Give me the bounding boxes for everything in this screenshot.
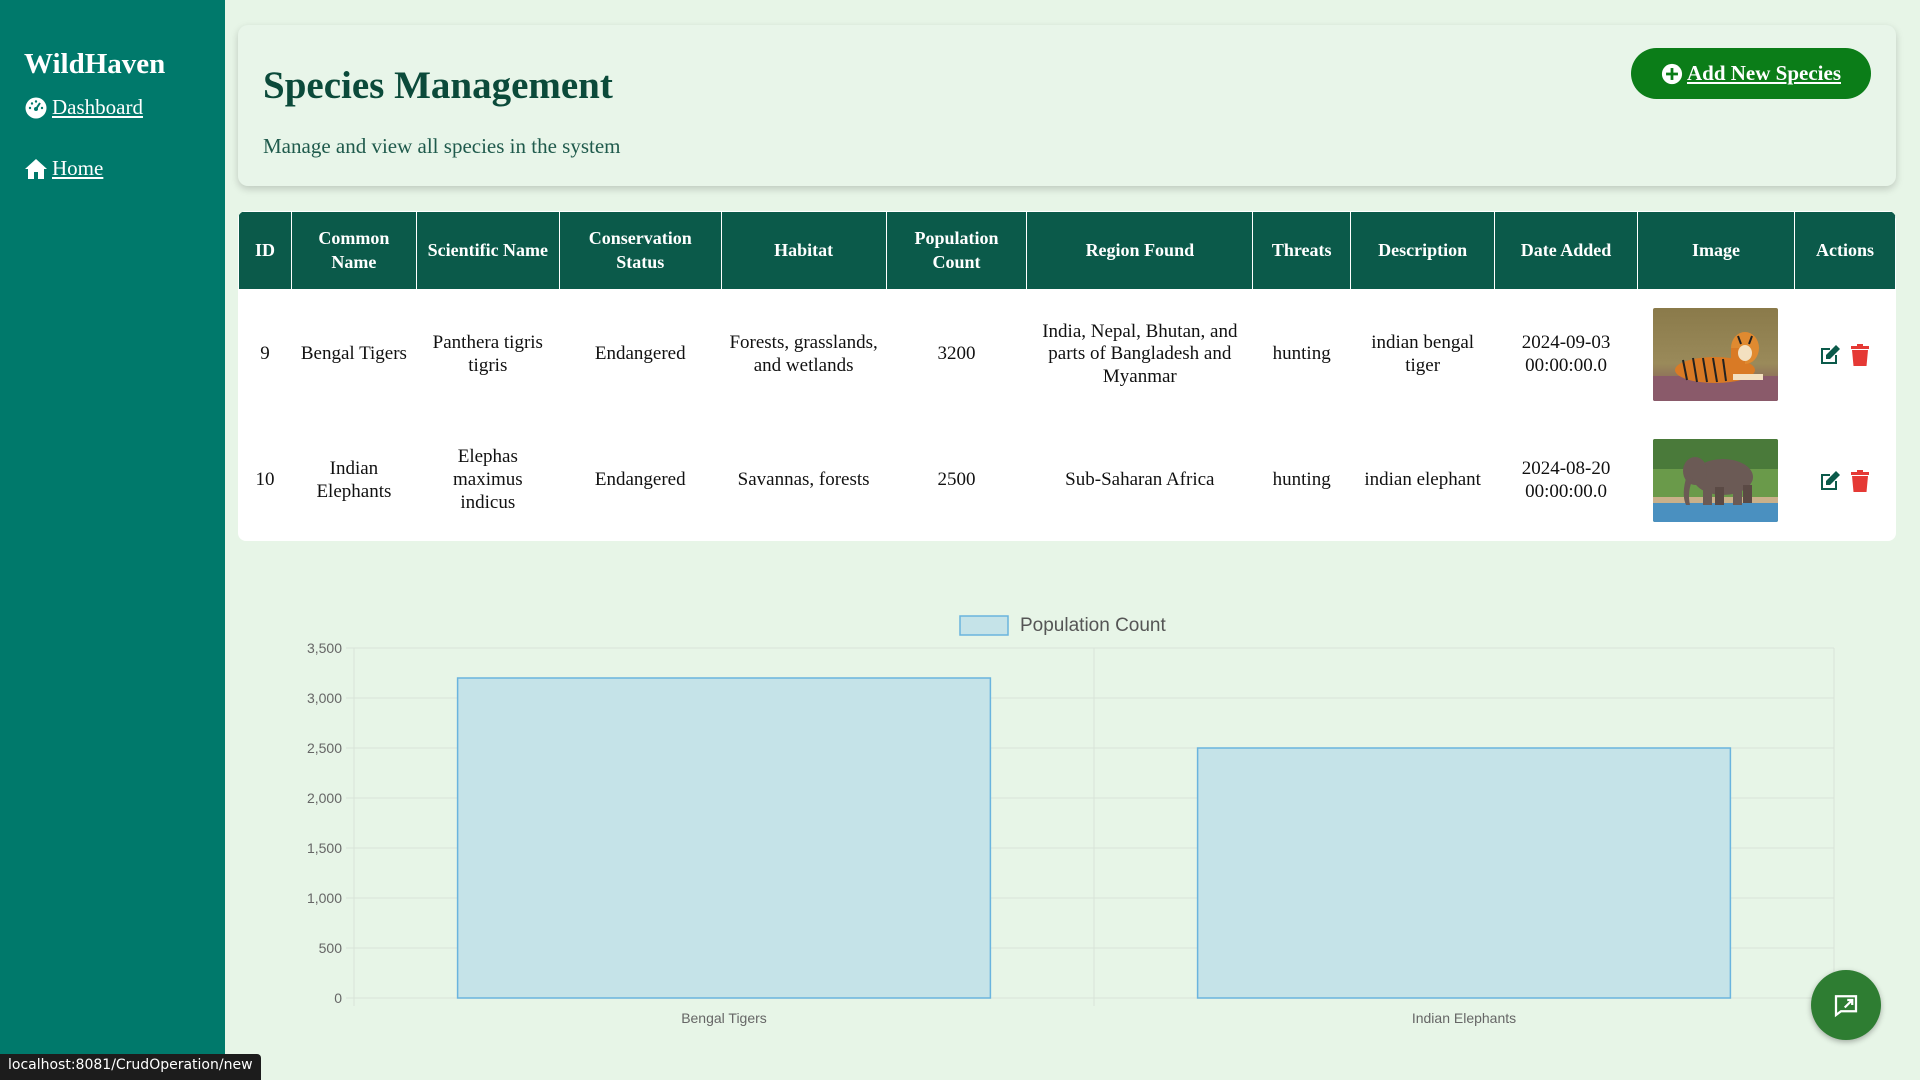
y-tick-label: 2,000 (307, 790, 342, 806)
add-button-label: Add New Species (1686, 61, 1841, 85)
y-tick-label: 3,500 (307, 640, 342, 656)
column-header-conservation-status: Conservation Status (558, 211, 722, 290)
plus-circle-icon (1661, 63, 1683, 84)
column-header-threats: Threats (1252, 211, 1352, 290)
edit-icon[interactable] (1818, 343, 1842, 367)
cell-scientific-name: Elephas maximus indicus (452, 446, 523, 513)
y-tick-label: 2,500 (307, 740, 342, 756)
column-header-habitat: Habitat (720, 211, 887, 290)
cell-date-added: 2024-09-03 00:00:00.0 (1521, 331, 1611, 376)
header-card: Species Management Manage and view all s… (238, 25, 1896, 186)
cell-threats: hunting (1272, 343, 1331, 365)
external-link-chat-icon (1834, 995, 1858, 1018)
home-icon (25, 158, 47, 179)
column-header-common-name: Common Name (290, 211, 417, 290)
cell-population: 2500 (937, 469, 976, 491)
cell-status: Endangered (594, 469, 686, 491)
cell-image (1638, 420, 1795, 542)
cell-actions (1794, 290, 1895, 420)
species-table-container: ID Common Name Scientific Name Conservat… (238, 211, 1896, 541)
x-tick-label: Bengal Tigers (681, 1010, 767, 1026)
table-header-row: ID Common Name Scientific Name Conservat… (238, 211, 1896, 290)
cell-image (1638, 290, 1795, 420)
population-chart: 0 500 1,000 1,500 2,000 2,500 3,000 3,500 Bengal… (238, 595, 1896, 1040)
cell-date-added: 2024-08-20 00:00:00.0 (1521, 457, 1611, 502)
sidebar-item-home[interactable]: Home (24, 156, 225, 181)
cell-status: Endangered (594, 343, 686, 365)
sidebar: WildHaven Dashboard Home (0, 0, 225, 1080)
cell-description: indian elephant (1364, 469, 1481, 491)
cell-region: India, Nepal, Bhutan, and parts of Bangl… (1042, 320, 1238, 388)
x-tick-label: Indian Elephants (1412, 1010, 1516, 1026)
cell-habitat: Savannas, forests (737, 469, 870, 491)
sidebar-item-label: Home (52, 156, 104, 180)
column-header-scientific-name: Scientific Name (415, 211, 560, 290)
bar-indian-elephants[interactable] (1196, 747, 1732, 999)
table-row: 9 Bengal Tigers Panthera tigris tigris E… (239, 290, 1896, 420)
legend-label[interactable]: Population Count (1020, 615, 1166, 636)
bar-bengal-tigers[interactable] (456, 677, 992, 999)
page-title: Species Management (263, 64, 613, 107)
legend-swatch[interactable] (959, 615, 1009, 636)
column-header-region-found: Region Found (1026, 211, 1254, 290)
table-row: 10 Indian Elephants Elephas maximus indi… (239, 420, 1896, 542)
page-subtitle: Manage and view all species in the syste… (263, 134, 621, 158)
cell-id: 9 (260, 343, 270, 365)
y-tick-label: 500 (319, 940, 343, 956)
population-bar-chart: 0 500 1,000 1,500 2,000 2,500 3,000 3,500 Bengal… (307, 615, 1835, 1026)
cell-common-name: Bengal Tigers (300, 343, 407, 365)
status-bar-url: localhost:8081/CrudOperation/new (0, 1054, 261, 1080)
chat-fab-button[interactable] (1811, 970, 1881, 1040)
cell-scientific-name: Panthera tigris tigris (432, 331, 543, 376)
tiger-photo (1653, 308, 1779, 402)
column-header-population-count: Population Count (885, 211, 1028, 290)
sidebar-item-label: Dashboard (52, 95, 143, 119)
cell-threats: hunting (1272, 469, 1331, 491)
species-table: ID Common Name Scientific Name Conservat… (238, 211, 1896, 541)
y-tick-label: 0 (334, 990, 342, 1006)
cell-habitat: Forests, grasslands, and wetlands (729, 331, 878, 376)
cell-description: indian bengal tiger (1371, 331, 1475, 376)
sidebar-item-dashboard[interactable]: Dashboard (24, 95, 225, 120)
cell-region: Sub-Saharan Africa (1065, 469, 1215, 491)
y-tick-label: 3,000 (307, 690, 342, 706)
dashboard-gauge-icon (25, 97, 47, 118)
brand-logo: WildHaven (24, 48, 166, 80)
column-header-actions: Actions (1793, 211, 1896, 290)
column-header-description: Description (1350, 211, 1496, 290)
column-header-id: ID (238, 211, 292, 290)
column-header-image: Image (1637, 211, 1795, 290)
delete-icon[interactable] (1848, 469, 1872, 493)
cell-id: 10 (255, 469, 275, 491)
cell-common-name: Indian Elephants (316, 457, 392, 502)
cell-actions (1794, 420, 1895, 542)
y-tick-label: 1,000 (307, 890, 342, 906)
delete-icon[interactable] (1848, 343, 1872, 367)
cell-population: 3200 (937, 343, 976, 365)
elephant-photo (1653, 439, 1779, 522)
y-tick-label: 1,500 (307, 840, 342, 856)
edit-icon[interactable] (1818, 469, 1842, 493)
column-header-date-added: Date Added (1494, 211, 1638, 290)
add-new-species-button[interactable]: Add New Species (1630, 48, 1871, 99)
